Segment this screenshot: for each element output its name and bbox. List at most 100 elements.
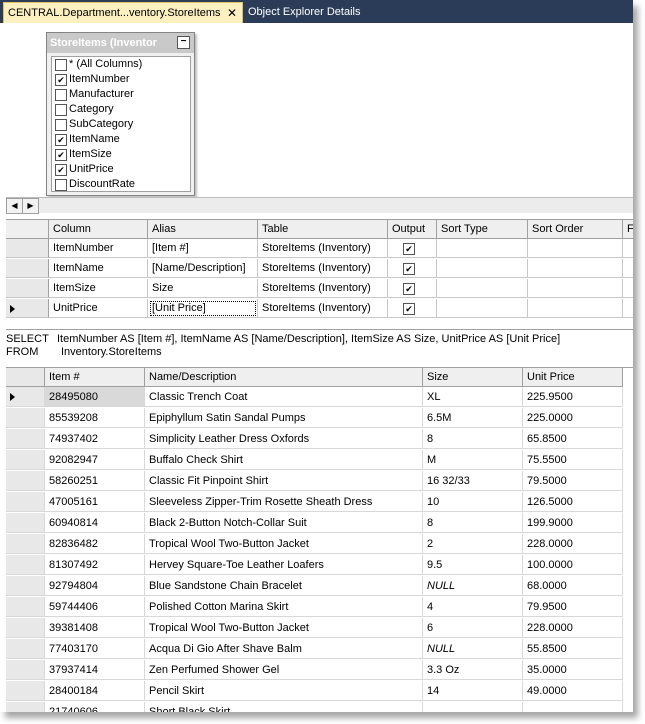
result-cell-size[interactable]: NULL — [423, 576, 523, 596]
checkbox-checked[interactable]: ✔ — [55, 149, 67, 161]
criteria-table-cell[interactable]: StoreItems (Inventory) — [258, 259, 388, 278]
results-header-item-number[interactable]: Item # — [45, 368, 145, 387]
result-cell-unit-price[interactable]: 55.8500 — [523, 639, 623, 659]
result-cell-name[interactable]: Classic Fit Pinpoint Shirt — [145, 471, 423, 491]
result-cell-size[interactable]: 3.3 Oz — [423, 660, 523, 680]
checkbox[interactable] — [55, 119, 67, 131]
result-cell-unit-price[interactable]: 228.0000 — [523, 618, 623, 638]
criteria-output-cell[interactable]: ✔ — [388, 279, 437, 298]
criteria-row[interactable]: ItemNumber [Item #] StoreItems (Inventor… — [6, 239, 633, 259]
result-cell-item-number[interactable]: 81307492 — [45, 555, 145, 575]
results-header-unit-price[interactable]: Unit Price — [523, 368, 623, 387]
row-selector-current[interactable] — [6, 299, 49, 318]
result-cell-name[interactable]: Classic Trench Coat — [145, 387, 423, 407]
row-selector[interactable] — [6, 450, 45, 470]
criteria-sort-order-cell[interactable] — [528, 259, 623, 278]
result-cell-size[interactable]: 6 — [423, 618, 523, 638]
result-cell-unit-price[interactable]: 100.0000 — [523, 555, 623, 575]
result-cell-item-number[interactable]: 60940814 — [45, 513, 145, 533]
row-selector[interactable] — [6, 597, 45, 617]
result-cell-item-number[interactable]: 82836482 — [45, 534, 145, 554]
diagram-horizontal-scrollbar[interactable]: ◀ ▶ — [6, 197, 633, 214]
minimize-icon[interactable]: − — [177, 36, 190, 49]
criteria-sort-type-cell[interactable] — [437, 259, 528, 278]
column-subcategory[interactable]: SubCategory — [52, 117, 190, 132]
result-cell-item-number[interactable]: 92794804 — [45, 576, 145, 596]
row-selector[interactable] — [6, 259, 49, 278]
result-cell-item-number[interactable]: 28495080 — [45, 387, 145, 407]
criteria-header-output[interactable]: Output — [388, 220, 437, 239]
row-selector[interactable] — [6, 555, 45, 575]
result-row[interactable]: 74937402 Simplicity Leather Dress Oxfords… — [6, 429, 623, 450]
criteria-column-cell[interactable]: ItemSize — [49, 279, 148, 298]
criteria-row-current[interactable]: UnitPrice [Unit Price] StoreItems (Inven… — [6, 299, 633, 319]
result-cell-unit-price[interactable]: 75.5500 — [523, 450, 623, 470]
scroll-right-icon[interactable]: ▶ — [22, 198, 39, 214]
scroll-left-icon[interactable]: ◀ — [6, 198, 23, 214]
result-cell-item-number[interactable]: 59744406 — [45, 597, 145, 617]
result-cell-item-number[interactable]: 58260251 — [45, 471, 145, 491]
column-all[interactable]: * (All Columns) — [52, 57, 190, 72]
result-row[interactable]: 59744406 Polished Cotton Marina Skirt 4 79.… — [6, 597, 623, 618]
result-cell-name[interactable]: Short Black Skirt — [145, 702, 423, 712]
column-discountrate[interactable]: DiscountRate — [52, 177, 190, 192]
criteria-header-sort-type[interactable]: Sort Type — [437, 220, 528, 239]
result-row[interactable]: 82836482 Tropical Wool Two-Button Jacket 2… — [6, 534, 623, 555]
column-itemnumber[interactable]: ✔ ItemNumber — [52, 72, 190, 87]
result-cell-unit-price[interactable]: 79.5000 — [523, 471, 623, 491]
criteria-column-cell[interactable]: ItemNumber — [49, 239, 148, 258]
criteria-header-column[interactable]: Column — [49, 220, 148, 239]
criteria-header-alias[interactable]: Alias — [148, 220, 258, 239]
checkbox[interactable] — [55, 104, 67, 116]
result-cell-item-number[interactable]: 21740606 — [45, 702, 145, 712]
diagram-pane[interactable]: StoreItems (Inventor − * (All Columns) ✔… — [0, 23, 633, 214]
row-selector[interactable] — [6, 239, 49, 258]
result-cell-item-number[interactable]: 85539208 — [45, 408, 145, 428]
criteria-alias-cell[interactable]: [Item #] — [148, 239, 258, 258]
result-cell-name[interactable]: Black 2-Button Notch-Collar Suit — [145, 513, 423, 533]
criteria-output-cell[interactable]: ✔ — [388, 299, 437, 318]
output-checkbox-checked[interactable]: ✔ — [403, 303, 415, 315]
result-row[interactable]: 28495080 Classic Trench Coat XL 225.9500 — [6, 387, 623, 408]
results-header-name[interactable]: Name/Description — [145, 368, 423, 387]
result-row[interactable]: 81307492 Hervey Square-Toe Leather Loafer… — [6, 555, 623, 576]
result-cell-size[interactable] — [423, 702, 523, 712]
criteria-sort-order-cell[interactable] — [528, 239, 623, 258]
result-row[interactable]: 85539208 Epiphyllum Satin Sandal Pumps 6.5… — [6, 408, 623, 429]
criteria-alias-cell[interactable]: Size — [148, 279, 258, 298]
result-cell-size[interactable]: 16 32/33 — [423, 471, 523, 491]
result-cell-size[interactable]: 8 — [423, 429, 523, 449]
result-cell-name[interactable]: Blue Sandstone Chain Bracelet — [145, 576, 423, 596]
result-cell-name[interactable]: Sleeveless Zipper-Trim Rosette Sheath Dr… — [145, 492, 423, 512]
result-cell-unit-price[interactable]: 199.9000 — [523, 513, 623, 533]
close-icon[interactable]: ✕ — [227, 3, 237, 23]
criteria-sort-type-cell[interactable] — [437, 239, 528, 258]
result-cell-name[interactable]: Pencil Skirt — [145, 681, 423, 701]
criteria-column-cell[interactable]: UnitPrice — [49, 299, 148, 318]
result-cell-item-number[interactable]: 37937414 — [45, 660, 145, 680]
result-cell-name[interactable]: Zen Perfumed Shower Gel — [145, 660, 423, 680]
result-cell-unit-price[interactable]: 49.0000 — [523, 681, 623, 701]
criteria-pane[interactable]: Column Alias Table Output Sort Type Sort… — [6, 219, 633, 329]
results-header-size[interactable]: Size — [423, 368, 523, 387]
result-cell-size[interactable]: XL — [423, 387, 523, 407]
row-selector[interactable] — [6, 639, 45, 659]
result-cell-item-number[interactable]: 92082947 — [45, 450, 145, 470]
result-cell-unit-price[interactable]: 79.9500 — [523, 597, 623, 617]
result-cell-size[interactable]: 6.5M — [423, 408, 523, 428]
result-cell-item-number[interactable]: 77403170 — [45, 639, 145, 659]
checkbox-checked[interactable]: ✔ — [55, 134, 67, 146]
criteria-row[interactable]: ItemName [Name/Description] StoreItems (… — [6, 259, 633, 279]
column-unitprice[interactable]: ✔ UnitPrice — [52, 162, 190, 177]
result-row[interactable]: 92794804 Blue Sandstone Chain Bracelet NUL… — [6, 576, 623, 597]
criteria-filter-cell[interactable] — [623, 299, 633, 318]
result-cell-name[interactable]: Epiphyllum Satin Sandal Pumps — [145, 408, 423, 428]
result-row[interactable]: 77403170 Acqua Di Gio After Shave Balm NUL… — [6, 639, 623, 660]
row-selector[interactable] — [6, 576, 45, 596]
criteria-output-cell[interactable]: ✔ — [388, 259, 437, 278]
row-selector[interactable] — [6, 429, 45, 449]
result-row[interactable]: 28400184 Pencil Skirt 14 49.0000 — [6, 681, 623, 702]
result-cell-name[interactable]: Tropical Wool Two-Button Jacket — [145, 534, 423, 554]
result-row[interactable]: 47005161 Sleeveless Zipper-Trim Rosette S… — [6, 492, 623, 513]
result-cell-item-number[interactable]: 74937402 — [45, 429, 145, 449]
